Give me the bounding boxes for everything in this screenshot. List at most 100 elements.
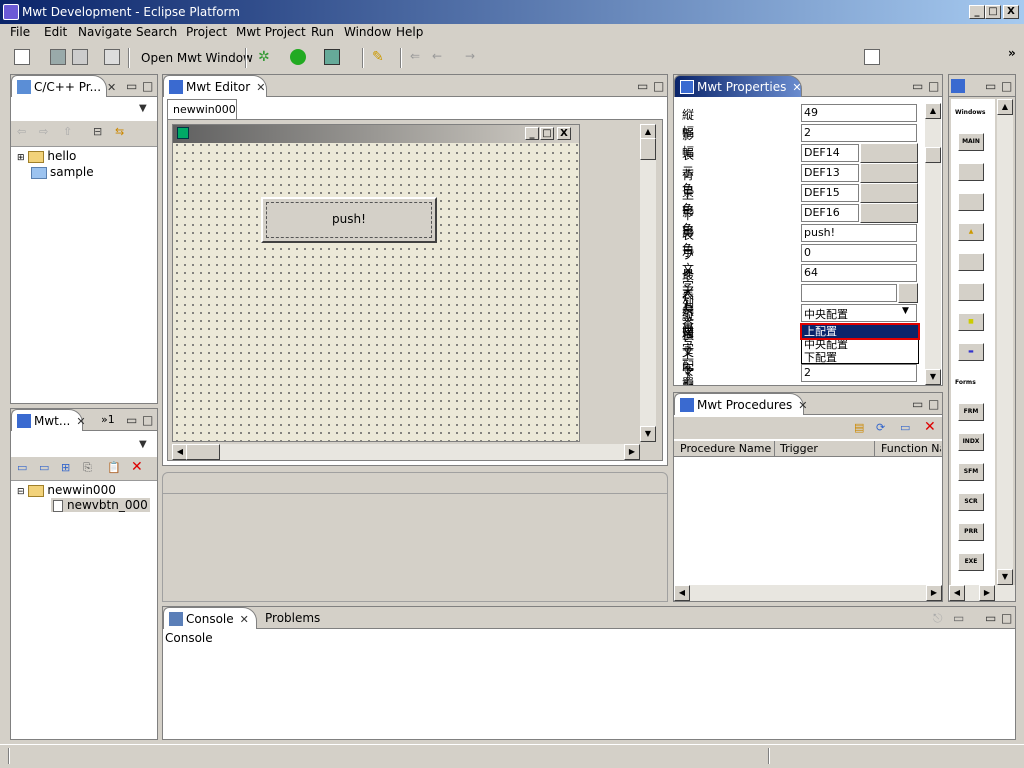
editor-vscroll[interactable]: ▲ ▼ — [640, 124, 656, 442]
menu-run[interactable]: Run — [311, 24, 334, 40]
minimize-view-icon[interactable]: ▭ — [985, 611, 996, 625]
scroll-thumb[interactable] — [640, 138, 656, 160]
debug-icon[interactable]: ✲ — [258, 49, 274, 65]
maximize-view-icon[interactable]: □ — [928, 79, 939, 93]
tree-icon[interactable]: ⊞ — [61, 461, 70, 474]
new-form-icon[interactable]: ▭ — [39, 461, 49, 474]
save-icon[interactable] — [50, 49, 66, 65]
delete-icon[interactable]: ✕ — [924, 419, 936, 435]
minimize-view-icon[interactable]: ▭ — [912, 79, 923, 93]
link-editor-icon[interactable]: ⇆ — [115, 125, 124, 138]
tab-problems[interactable]: Problems — [265, 611, 320, 625]
palette-item-ok[interactable]: ■ — [958, 313, 984, 331]
toolbar-chevron[interactable]: » — [1008, 46, 1016, 60]
scroll-thumb[interactable] — [925, 147, 941, 163]
close-button[interactable]: X — [1003, 5, 1019, 19]
view-menu-icon[interactable]: ▼ — [139, 103, 147, 114]
menu-file[interactable]: File — [10, 24, 30, 40]
palette-item-exe[interactable]: EXE — [958, 553, 984, 571]
display-console-icon[interactable]: ▭ — [953, 611, 964, 625]
palette-icon[interactable] — [951, 79, 965, 93]
dropdown-option-bottom[interactable]: 下配置 — [802, 351, 918, 364]
subtab-newwin000[interactable]: newwin000 — [167, 99, 237, 119]
vertical-align-select[interactable]: 中央配置 — [801, 304, 917, 322]
scroll-hthumb[interactable] — [186, 444, 220, 460]
maximize-view-icon[interactable]: □ — [928, 397, 939, 411]
menu-mwt-project[interactable]: Mwt Project — [236, 24, 306, 40]
palette-item-frm[interactable]: FRM — [958, 403, 984, 421]
collapse-all-icon[interactable]: ⊟ — [93, 125, 102, 138]
maximize-view-icon[interactable]: □ — [142, 79, 153, 93]
back-icon[interactable]: ⇐ — [410, 49, 426, 65]
scroll-left-icon[interactable]: ◀ — [949, 585, 965, 601]
pin-icon[interactable]: ⎋ — [933, 611, 943, 626]
maximize-button[interactable]: □ — [985, 5, 1001, 19]
palette-item-list[interactable] — [958, 283, 984, 301]
procedures-hscroll[interactable]: ◀ ▶ — [674, 585, 942, 601]
scroll-right-icon[interactable]: ▶ — [624, 444, 640, 460]
menu-search[interactable]: Search — [136, 24, 177, 40]
tree-item-newvbtn[interactable]: newvbtn_000 — [51, 498, 150, 512]
menu-edit[interactable]: Edit — [44, 24, 67, 40]
color-picker-button[interactable] — [860, 203, 918, 223]
paste-icon[interactable]: 📋 — [107, 461, 121, 474]
scroll-right-icon[interactable]: ▶ — [979, 585, 995, 601]
refresh-icon[interactable]: ⟳ — [876, 421, 885, 434]
view-menu-icon[interactable]: ▼ — [139, 439, 147, 450]
palette-item-warning[interactable]: ▲ — [958, 223, 984, 241]
view-overflow[interactable]: »1 — [101, 413, 115, 426]
palette-item-main[interactable]: MAIN — [958, 133, 984, 151]
tree-item-newwin000[interactable]: ⊟ newwin000 — [17, 483, 116, 497]
tab-cpp-projects[interactable]: C/C++ Pr... ✕ — [11, 75, 116, 97]
browse-button[interactable] — [898, 283, 918, 303]
new-window-icon[interactable]: ▭ — [17, 461, 27, 474]
menu-help[interactable]: Help — [396, 24, 423, 40]
palette-item-scr[interactable]: SCR — [958, 493, 984, 511]
maximize-view-icon[interactable]: □ — [1001, 611, 1012, 625]
back-history-icon[interactable]: ← — [432, 49, 448, 65]
column-procedure-name[interactable]: Procedure Name — [680, 442, 771, 455]
designer-maximize[interactable]: □ — [540, 127, 554, 140]
scroll-down-icon[interactable]: ▼ — [925, 369, 941, 385]
palette-item-indx[interactable]: INDX — [958, 433, 984, 451]
binary-icon[interactable] — [104, 49, 120, 65]
palette-item-prr[interactable]: PRR — [958, 523, 984, 541]
pen-icon[interactable]: ✎ — [372, 49, 388, 65]
palette-vscroll[interactable]: ▲ ▼ — [997, 99, 1013, 585]
close-icon[interactable]: ✕ — [107, 81, 116, 94]
up-icon[interactable]: ⇧ — [63, 125, 72, 138]
maximize-view-icon[interactable]: □ — [1001, 79, 1012, 93]
dropdown-option-middle[interactable]: 中央配置 — [802, 338, 918, 351]
palette-item-input[interactable] — [958, 253, 984, 271]
forward-icon[interactable]: ⇨ — [39, 125, 48, 138]
column-trigger[interactable]: Trigger — [780, 442, 818, 455]
new-icon[interactable] — [14, 49, 30, 65]
maximize-view-icon[interactable]: □ — [142, 413, 153, 427]
color-picker-button[interactable] — [860, 183, 918, 203]
close-icon[interactable]: ✕ — [256, 81, 265, 94]
minimize-view-icon[interactable]: ▭ — [985, 79, 996, 93]
palette-item-button[interactable] — [958, 163, 984, 181]
close-icon[interactable]: ✕ — [240, 613, 249, 626]
print-icon[interactable] — [72, 49, 88, 65]
properties-vscroll[interactable]: ▲ ▼ — [925, 103, 941, 385]
editor-hscroll[interactable]: ◀ ▶ — [172, 444, 640, 460]
tab-mwt[interactable]: Mwt... ✕ — [11, 409, 86, 431]
palette-hscroll[interactable]: ◀ ▶ — [949, 585, 1015, 601]
scroll-up-icon[interactable]: ▲ — [925, 103, 941, 119]
palette-item-bar[interactable]: ▬ — [958, 343, 984, 361]
close-icon[interactable]: ✕ — [798, 399, 807, 412]
minimize-view-icon[interactable]: ▭ — [126, 79, 137, 93]
close-icon[interactable]: ✕ — [76, 415, 85, 428]
delete-icon[interactable]: ✕ — [131, 459, 143, 475]
copy-icon[interactable]: ⎘ — [83, 461, 92, 475]
run-icon[interactable] — [290, 49, 306, 65]
color-picker-button[interactable] — [860, 143, 918, 163]
palette-item-sfm[interactable]: SFM — [958, 463, 984, 481]
window-designer[interactable]: _ □ X push! — [172, 124, 580, 442]
color-picker-button[interactable] — [860, 163, 918, 183]
designer-minimize[interactable]: _ — [525, 127, 539, 140]
tree-item-hello[interactable]: ⊞ hello — [17, 149, 76, 163]
dropdown-list[interactable]: 上配置 中央配置 下配置 — [800, 323, 920, 364]
tab-console[interactable]: Console ✕ — [163, 607, 257, 629]
